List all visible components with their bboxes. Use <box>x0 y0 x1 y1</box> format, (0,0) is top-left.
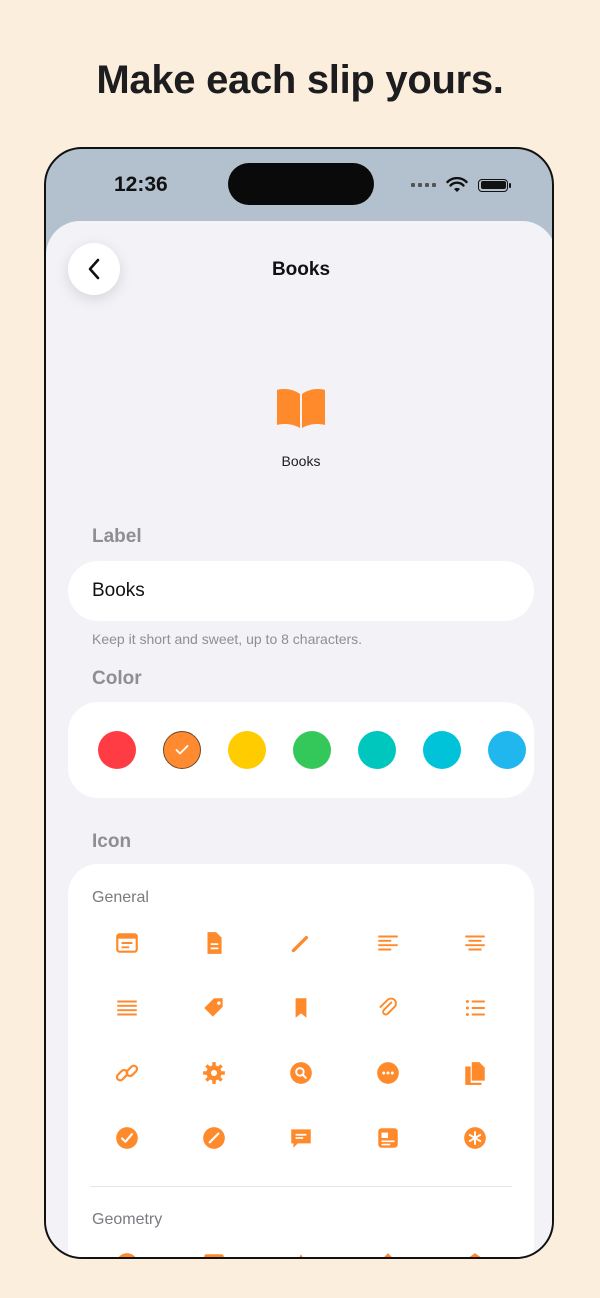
group-title-geometry: Geometry <box>92 1211 163 1228</box>
icon-picker: General Geometry <box>68 864 534 1257</box>
color-swatch[interactable] <box>293 731 331 769</box>
align-left-icon[interactable] <box>368 923 408 963</box>
search-circle-icon[interactable] <box>281 1053 321 1093</box>
news-icon[interactable] <box>368 1118 408 1158</box>
circle-icon[interactable] <box>107 1244 147 1257</box>
headline: Make each slip yours. <box>96 58 504 102</box>
pencil-circle-icon[interactable] <box>194 1118 234 1158</box>
align-center-icon[interactable] <box>455 923 495 963</box>
color-swatch[interactable] <box>358 731 396 769</box>
ellipsis-circle-icon[interactable] <box>368 1053 408 1093</box>
triangle-icon[interactable] <box>281 1244 321 1257</box>
diamond-icon[interactable] <box>368 1244 408 1257</box>
group-divider <box>90 1186 512 1187</box>
status-indicators <box>411 177 511 193</box>
paperclip-icon[interactable] <box>368 988 408 1028</box>
label-hint: Keep it short and sweet, up to 8 charact… <box>92 631 363 647</box>
window-icon[interactable] <box>107 923 147 963</box>
pencil-icon[interactable] <box>281 923 321 963</box>
documents-icon[interactable] <box>455 1053 495 1093</box>
label-header: Label <box>92 526 142 547</box>
color-swatch[interactable] <box>98 731 136 769</box>
color-picker <box>68 702 534 798</box>
wifi-icon <box>446 177 468 192</box>
checkmark-circle-icon[interactable] <box>107 1118 147 1158</box>
icon-header: Icon <box>92 831 132 852</box>
edit-sheet: Books Books Label Keep it short and swee… <box>46 221 552 1257</box>
gear-icon[interactable] <box>194 1053 234 1093</box>
color-header: Color <box>92 668 142 689</box>
color-swatch[interactable] <box>423 731 461 769</box>
lines-icon[interactable] <box>107 988 147 1028</box>
dynamic-island <box>228 163 374 205</box>
preview-label: Books <box>281 453 321 469</box>
label-input[interactable] <box>68 561 534 621</box>
bookmark-icon[interactable] <box>281 988 321 1028</box>
battery-icon <box>478 178 511 192</box>
color-swatch[interactable] <box>163 731 201 769</box>
pentagon-icon[interactable] <box>455 1244 495 1257</box>
nav-title: Books <box>271 259 331 280</box>
square-icon[interactable] <box>194 1244 234 1257</box>
color-swatch[interactable] <box>488 731 526 769</box>
chat-bubble-icon[interactable] <box>281 1118 321 1158</box>
tag-icon[interactable] <box>194 988 234 1028</box>
link-icon[interactable] <box>107 1053 147 1093</box>
signal-icon <box>411 183 436 187</box>
asterisk-circle-icon[interactable] <box>455 1118 495 1158</box>
book-icon <box>277 389 325 428</box>
document-icon[interactable] <box>194 923 234 963</box>
list-icon[interactable] <box>455 988 495 1028</box>
color-swatch[interactable] <box>228 731 266 769</box>
checkmark-icon <box>175 745 189 755</box>
phone-frame: 12:36 Books Books Label Keep it short an… <box>44 147 554 1259</box>
status-time: 12:36 <box>114 173 168 196</box>
group-title-general: General <box>92 889 149 906</box>
